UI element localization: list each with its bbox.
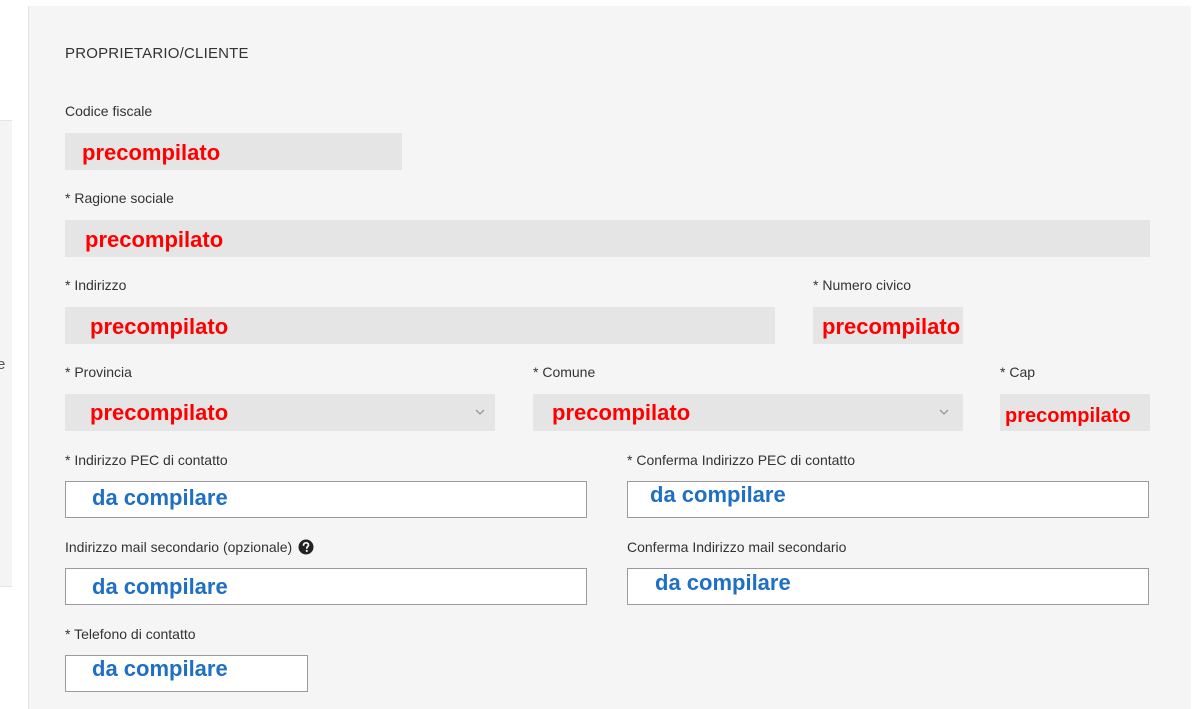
indirizzo-label: * Indirizzo bbox=[65, 277, 127, 293]
ragione-sociale-label: * Ragione sociale bbox=[65, 190, 174, 206]
ragione-sociale-field[interactable] bbox=[65, 220, 1150, 257]
left-side-panel: e bbox=[0, 120, 12, 587]
mail-secondary-confirm-value: da compilare bbox=[655, 570, 791, 595]
cap-label: * Cap bbox=[1000, 364, 1036, 380]
mail-secondary-confirm-label: Conferma Indirizzo mail secondario bbox=[627, 539, 847, 555]
indirizzo-value: precompilato bbox=[90, 314, 229, 339]
telefono-value: da compilare bbox=[92, 656, 228, 681]
ragione-sociale-value: precompilato bbox=[85, 227, 224, 252]
provincia-label: * Provincia bbox=[65, 364, 132, 380]
chevron-down-icon[interactable] bbox=[472, 404, 488, 420]
pec-label: * Indirizzo PEC di contatto bbox=[65, 452, 228, 468]
cap-value: precompilato bbox=[1005, 405, 1131, 427]
codice-fiscale-label: Codice fiscale bbox=[65, 103, 153, 119]
pec-confirm-value: da compilare bbox=[650, 482, 786, 507]
numero-civico-value: precompilato bbox=[822, 314, 961, 339]
section-title: PROPRIETARIO/CLIENTE bbox=[65, 45, 249, 62]
numero-civico-label: * Numero civico bbox=[813, 277, 912, 293]
mail-secondary-label: Indirizzo mail secondario (opzionale) bbox=[65, 539, 293, 555]
telefono-label: * Telefono di contatto bbox=[65, 626, 196, 642]
pec-value: da compilare bbox=[92, 485, 228, 510]
pec-confirm-label: * Conferma Indirizzo PEC di contatto bbox=[627, 452, 855, 468]
left-side-panel-text: e bbox=[0, 356, 6, 373]
provincia-value: precompilato bbox=[90, 400, 229, 425]
comune-label: * Comune bbox=[533, 364, 596, 380]
comune-value: precompilato bbox=[552, 400, 691, 425]
question-circle-icon[interactable] bbox=[298, 539, 314, 555]
mail-secondary-value: da compilare bbox=[92, 574, 228, 599]
mail-secondary-label-row: Indirizzo mail secondario (opzionale) bbox=[65, 539, 314, 555]
codice-fiscale-value: precompilato bbox=[82, 140, 221, 165]
chevron-down-icon[interactable] bbox=[936, 404, 952, 420]
